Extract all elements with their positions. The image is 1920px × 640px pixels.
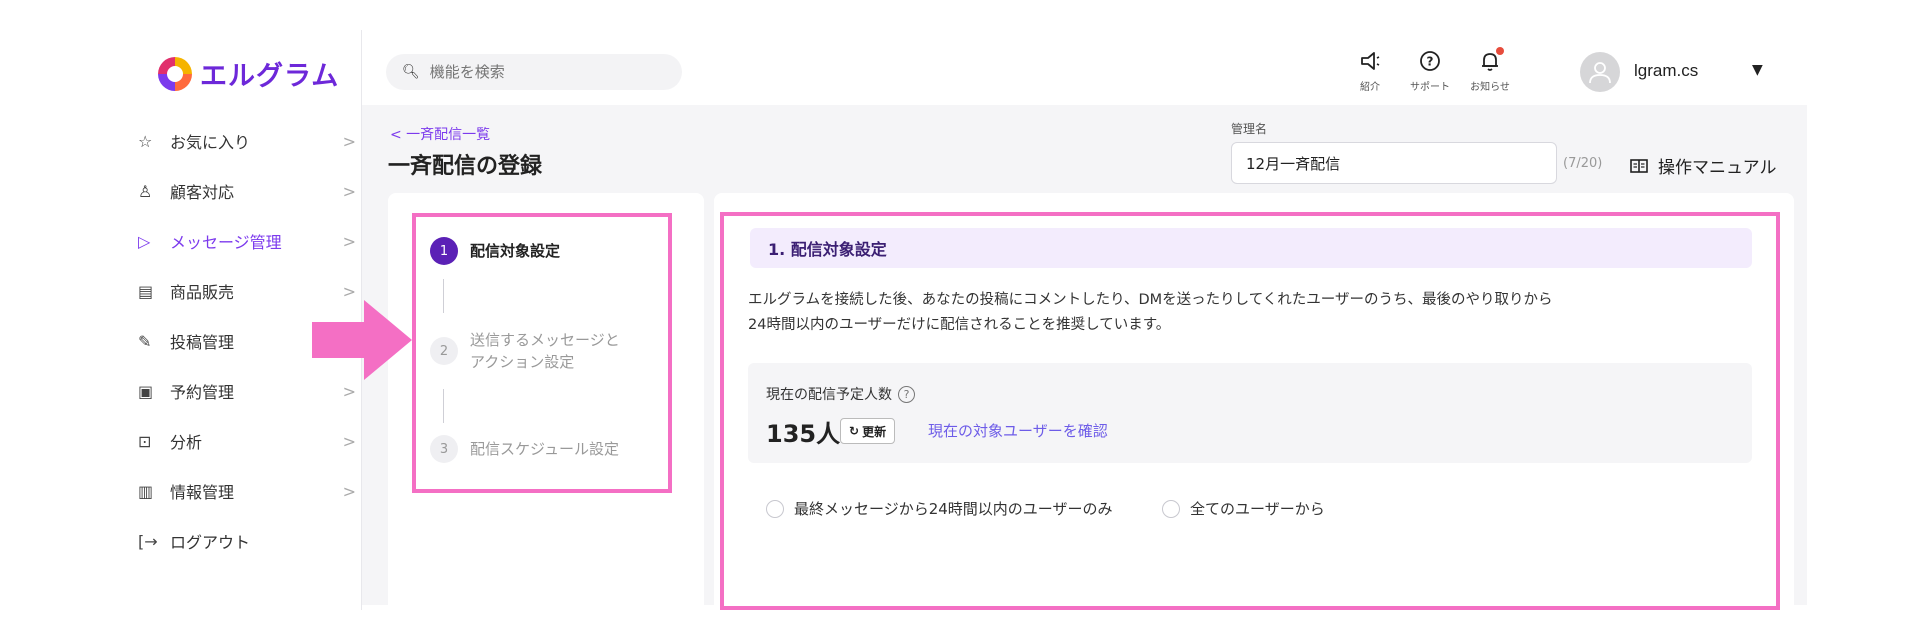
- breadcrumb[interactable]: < 一斉配信一覧: [390, 124, 490, 144]
- send-icon: ▷: [138, 231, 151, 251]
- radio-all[interactable]: [1162, 499, 1180, 518]
- mgmt-name-input[interactable]: [1231, 142, 1557, 184]
- section-heading: 1. 配信対象設定: [750, 228, 1752, 268]
- intro-label: 紹介: [1360, 82, 1380, 93]
- step-1-number: 1: [430, 237, 458, 265]
- check-users-link[interactable]: 現在の対象ユーザーを確認: [928, 420, 1108, 441]
- book-icon: [1630, 158, 1648, 173]
- search-icon: 🔍︎: [402, 64, 420, 80]
- support-button[interactable]: ? サポート: [1400, 50, 1460, 93]
- section-description: エルグラムを接続した後、あなたの投稿にコメントしたり、DMを送ったりしてくれたユ…: [748, 292, 1553, 333]
- recipient-count-value: 135人: [766, 420, 841, 448]
- chevron-right-icon: >: [342, 431, 356, 451]
- step-1-label: 配信対象設定: [470, 242, 561, 260]
- search-bar[interactable]: 🔍︎: [386, 54, 682, 90]
- avatar[interactable]: [1580, 52, 1620, 92]
- logo-icon: [158, 56, 192, 91]
- help-icon[interactable]: ?: [898, 385, 915, 403]
- refresh-button[interactable]: ↻ 更新: [840, 418, 896, 444]
- notice-button[interactable]: お知らせ: [1460, 47, 1520, 93]
- refresh-label: 更新: [862, 424, 887, 439]
- svg-text:?: ?: [1427, 55, 1434, 69]
- sidebar-item-label: お気に入り: [170, 133, 251, 152]
- step-2-number: 2: [430, 337, 458, 365]
- sidebar-item-label: 投稿管理: [170, 333, 235, 352]
- refresh-icon: ↻: [849, 424, 860, 438]
- step-2-label: 送信するメッセージと アクション設定: [470, 331, 620, 371]
- brand-logo[interactable]: エルグラム: [158, 54, 339, 93]
- sidebar-item-6[interactable]: ⊡ 分析 >: [138, 416, 356, 466]
- sidebar-item-0[interactable]: ☆ お気に入り >: [138, 116, 356, 166]
- sidebar-item-2[interactable]: ▷ メッセージ管理 >: [138, 216, 356, 266]
- chart-icon: ▥: [138, 481, 154, 501]
- sidebar-item-label: 分析: [170, 433, 203, 452]
- page-title: 一斉配信の登録: [388, 154, 543, 179]
- manual-button[interactable]: 操作マニュアル: [1630, 153, 1777, 178]
- radio-all-option[interactable]: 全てのユーザーから: [1162, 498, 1325, 519]
- chevron-right-icon: >: [342, 281, 356, 301]
- step-connector: [443, 279, 444, 313]
- sidebar-item-label: 顧客対応: [170, 183, 235, 202]
- steps-highlight: 1 配信対象設定 2 送信するメッセージと アクション設定 3 配信スケジュール…: [412, 213, 672, 493]
- step-2[interactable]: 2 送信するメッセージと アクション設定: [430, 329, 620, 373]
- bell-icon: [1478, 47, 1504, 74]
- help-icon: ?: [1418, 50, 1442, 74]
- step-connector: [443, 389, 444, 423]
- step-3-number: 3: [430, 435, 458, 463]
- radio-24h[interactable]: [766, 499, 784, 518]
- chevron-right-icon: >: [342, 231, 356, 251]
- sidebar-item-8[interactable]: [→ ログアウト: [138, 516, 356, 566]
- sidebar-item-1[interactable]: ♙ 顧客対応 >: [138, 166, 356, 216]
- chevron-right-icon: >: [342, 381, 356, 401]
- calendar-icon: ▣: [138, 381, 154, 401]
- annotation-arrow: [312, 300, 412, 380]
- username[interactable]: lgram.cs: [1634, 61, 1698, 81]
- edit-icon: ✎: [138, 331, 152, 351]
- notice-label: お知らせ: [1470, 82, 1510, 93]
- mgmt-name-count: (7/20): [1563, 156, 1603, 171]
- sidebar-item-label: 予約管理: [170, 383, 235, 402]
- caret-down-icon[interactable]: ▼: [1752, 62, 1763, 78]
- sidebar-item-label: メッセージ管理: [170, 233, 282, 252]
- sidebar-item-label: 情報管理: [170, 483, 235, 502]
- recipient-count-header: 現在の配信予定人数 ?: [766, 384, 915, 404]
- notification-dot: [1496, 47, 1504, 55]
- person-icon: ♙: [138, 181, 153, 201]
- support-label: サポート: [1410, 82, 1450, 93]
- step-3-label: 配信スケジュール設定: [470, 440, 619, 458]
- chevron-right-icon: >: [342, 481, 356, 501]
- step-3[interactable]: 3 配信スケジュール設定: [430, 435, 619, 463]
- report-icon: ⊡: [138, 431, 152, 451]
- radio-24h-option[interactable]: 最終メッセージから24時間以内のユーザーのみ: [766, 498, 1113, 519]
- chevron-right-icon: >: [342, 131, 356, 151]
- manual-label: 操作マニュアル: [1658, 158, 1777, 178]
- megaphone-icon: [1358, 50, 1382, 74]
- logout-icon: [→: [138, 531, 158, 551]
- recipient-count-label: 現在の配信予定人数: [766, 387, 892, 403]
- sidebar-item-label: 商品販売: [170, 283, 235, 302]
- sidebar-item-7[interactable]: ▥ 情報管理 >: [138, 466, 356, 516]
- recipient-count-box: [748, 363, 1752, 463]
- search-input[interactable]: [429, 63, 650, 81]
- radio-24h-label: 最終メッセージから24時間以内のユーザーのみ: [794, 500, 1113, 518]
- star-icon: ☆: [138, 131, 153, 151]
- radio-all-label: 全てのユーザーから: [1190, 500, 1325, 518]
- brand-name: エルグラム: [200, 61, 340, 92]
- step-1[interactable]: 1 配信対象設定: [430, 237, 560, 265]
- store-icon: ▤: [138, 281, 154, 301]
- user-icon: [1589, 62, 1611, 84]
- sidebar-item-label: ログアウト: [170, 533, 251, 552]
- mgmt-name-label: 管理名: [1231, 122, 1268, 136]
- chevron-right-icon: >: [342, 181, 356, 201]
- intro-button[interactable]: 紹介: [1340, 50, 1400, 93]
